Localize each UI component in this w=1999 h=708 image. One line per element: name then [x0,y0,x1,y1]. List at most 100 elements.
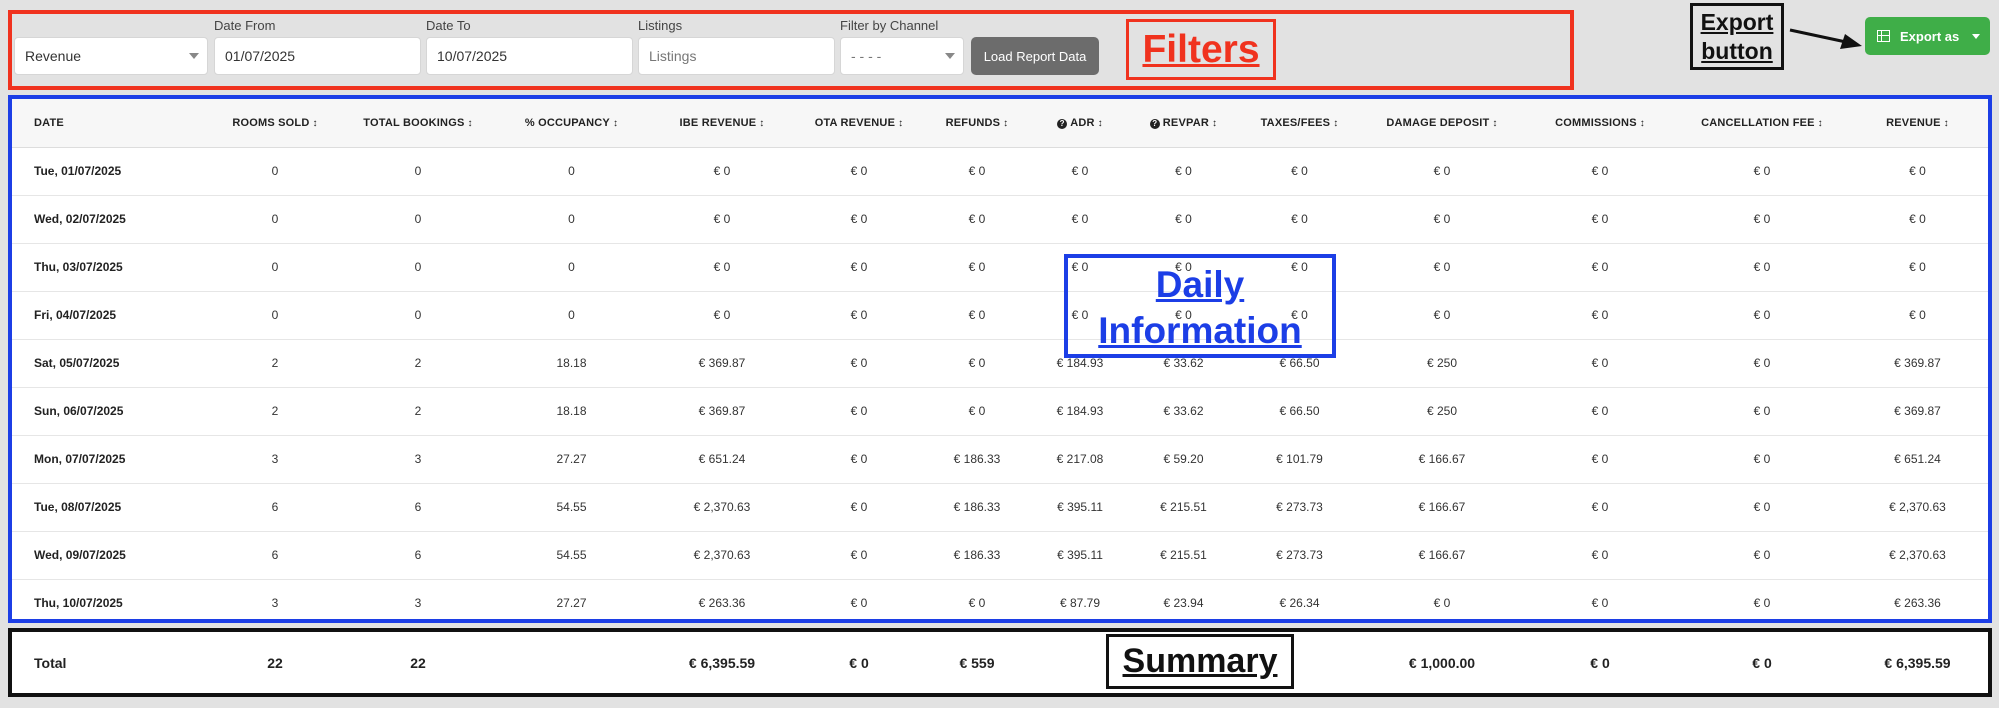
help-icon[interactable]: ? [1057,118,1068,129]
cell-ibe-revenue: € 2,370.63 [649,531,795,580]
cell-revpar: € 215.51 [1129,531,1238,580]
cell-total-bookings: 3 [342,435,494,484]
cell-occupancy: 54.55 [494,531,649,580]
export-annotation-label: Export button [1690,3,1784,70]
cell-total-bookings: 6 [342,531,494,580]
header-date[interactable]: DATE [12,99,208,148]
cell-damage-deposit: € 166.67 [1361,483,1523,532]
cell-cancellation-fee: € 0 [1677,339,1847,388]
cell-commissions: € 0 [1523,291,1677,340]
summary-damage-deposit: € 1,000.00 [1408,654,1476,671]
cell-cancellation-fee: € 0 [1677,531,1847,580]
cell-adr: € 395.11 [1031,483,1129,532]
cell-taxes-fees: € 26.34 [1238,579,1361,628]
cell-ota-revenue: € 0 [795,387,923,436]
header-cancellation-fee[interactable]: CANCELLATION FEE [1677,99,1847,148]
cell-total-bookings: 0 [342,243,494,292]
cell-refunds: € 0 [923,195,1031,244]
cell-occupancy: 54.55 [494,483,649,532]
daily-information-annotation: Daily Information [1064,254,1336,358]
cell-damage-deposit: € 250 [1361,339,1523,388]
cell-adr: € 217.08 [1031,435,1129,484]
table-row: Fri, 04/07/2025 0 0 0 € 0 € 0 € 0 € 0 € 0 € 0 € 0 €… [12,291,1988,340]
summary-row: Total 22 22 € 6,395.59 € 0 € 559 808.59 … [12,632,1988,693]
cell-revenue: € 651.24 [1847,435,1988,484]
cell-damage-deposit: € 0 [1361,291,1523,340]
date-from-input[interactable]: 01/07/2025 [214,37,421,75]
date-to-input[interactable]: 10/07/2025 [426,37,633,75]
header-ibe-revenue[interactable]: IBE REVENUE [649,99,795,148]
export-as-button[interactable]: Export as [1865,17,1990,55]
cell-rooms-sold: 0 [208,291,342,340]
cell-revpar: € 59.20 [1129,435,1238,484]
cell-ota-revenue: € 0 [795,483,923,532]
cell-cancellation-fee: € 0 [1677,435,1847,484]
header-ota-revenue[interactable]: OTA REVENUE [795,99,923,148]
cell-date: Thu, 03/07/2025 [12,243,208,292]
cell-occupancy: 27.27 [494,435,649,484]
cell-rooms-sold: 0 [208,243,342,292]
cell-commissions: € 0 [1523,243,1677,292]
cell-ibe-revenue: € 0 [649,291,795,340]
cell-ota-revenue: € 0 [795,291,923,340]
cell-rooms-sold: 3 [208,435,342,484]
header-revenue[interactable]: REVENUE [1847,99,1988,148]
cell-damage-deposit: € 166.67 [1361,531,1523,580]
cell-cancellation-fee: € 0 [1677,147,1847,196]
table-row: Sat, 05/07/2025 2 2 18.18 € 369.87 € 0 € 0 € 18… [12,339,1988,388]
header-revpar[interactable]: ? REVPAR [1129,99,1238,148]
summary-commissions: € 0 [1590,654,1610,671]
cell-rooms-sold: 3 [208,579,342,628]
header-commissions[interactable]: COMMISSIONS [1523,99,1677,148]
header-occupancy[interactable]: % OCCUPANCY [494,99,649,148]
cell-ibe-revenue: € 651.24 [649,435,795,484]
cell-refunds: € 0 [923,147,1031,196]
cell-total-bookings: 2 [342,339,494,388]
help-icon[interactable]: ? [1149,118,1160,129]
cell-taxes-fees: € 101.79 [1238,435,1361,484]
cell-ibe-revenue: € 2,370.63 [649,483,795,532]
table-icon [1877,30,1890,42]
cell-revenue: € 263.36 [1847,579,1988,628]
table-row: Sun, 06/07/2025 2 2 18.18 € 369.87 € 0 € 0 € 18… [12,387,1988,436]
cell-ota-revenue: € 0 [795,531,923,580]
channel-filter-value: - - - - [851,48,882,64]
cell-revenue: € 0 [1847,147,1988,196]
header-damage-deposit[interactable]: DAMAGE DEPOSIT [1361,99,1523,148]
cell-ota-revenue: € 0 [795,435,923,484]
header-adr-label: ADR [1070,117,1103,129]
cell-ibe-revenue: € 369.87 [649,339,795,388]
cell-refunds: € 0 [923,291,1031,340]
header-revpar-label: REVPAR [1163,117,1217,129]
cell-commissions: € 0 [1523,579,1677,628]
export-annotation-line1: Export [1700,9,1774,35]
cell-ibe-revenue: € 0 [649,195,795,244]
header-total-bookings[interactable]: TOTAL BOOKINGS [342,99,494,148]
summary-ota-revenue: € 0 [849,654,869,671]
summary-row-box: Total 22 22 € 6,395.59 € 0 € 559 808.59 … [8,628,1992,697]
cell-date: Sun, 06/07/2025 [12,387,208,436]
report-type-select[interactable]: Revenue [14,37,208,75]
date-to-label: Date To [426,18,471,33]
header-refunds[interactable]: REFUNDS [923,99,1031,148]
chevron-down-icon [945,53,955,59]
cell-revpar: € 215.51 [1129,483,1238,532]
listings-input[interactable]: Listings [638,37,835,75]
header-rooms-sold[interactable]: ROOMS SOLD [208,99,342,148]
cell-refunds: € 186.33 [923,435,1031,484]
cell-total-bookings: 6 [342,483,494,532]
cell-adr: € 184.93 [1031,387,1129,436]
cell-rooms-sold: 2 [208,339,342,388]
cell-commissions: € 0 [1523,387,1677,436]
load-report-button[interactable]: Load Report Data [971,37,1099,75]
cell-occupancy: 0 [494,243,649,292]
table-row: Thu, 03/07/2025 0 0 0 € 0 € 0 € 0 € 0 € 0 € 0 € 0 €… [12,243,1988,292]
cell-total-bookings: 2 [342,387,494,436]
header-adr[interactable]: ? ADR [1031,99,1129,148]
cell-ota-revenue: € 0 [795,339,923,388]
cell-occupancy: 18.18 [494,387,649,436]
channel-filter-select[interactable]: - - - - [840,37,964,75]
summary-revenue: € 6,395.59 [1884,654,1951,671]
cell-total-bookings: 0 [342,291,494,340]
header-taxes-fees[interactable]: TAXES/FEES [1238,99,1361,148]
